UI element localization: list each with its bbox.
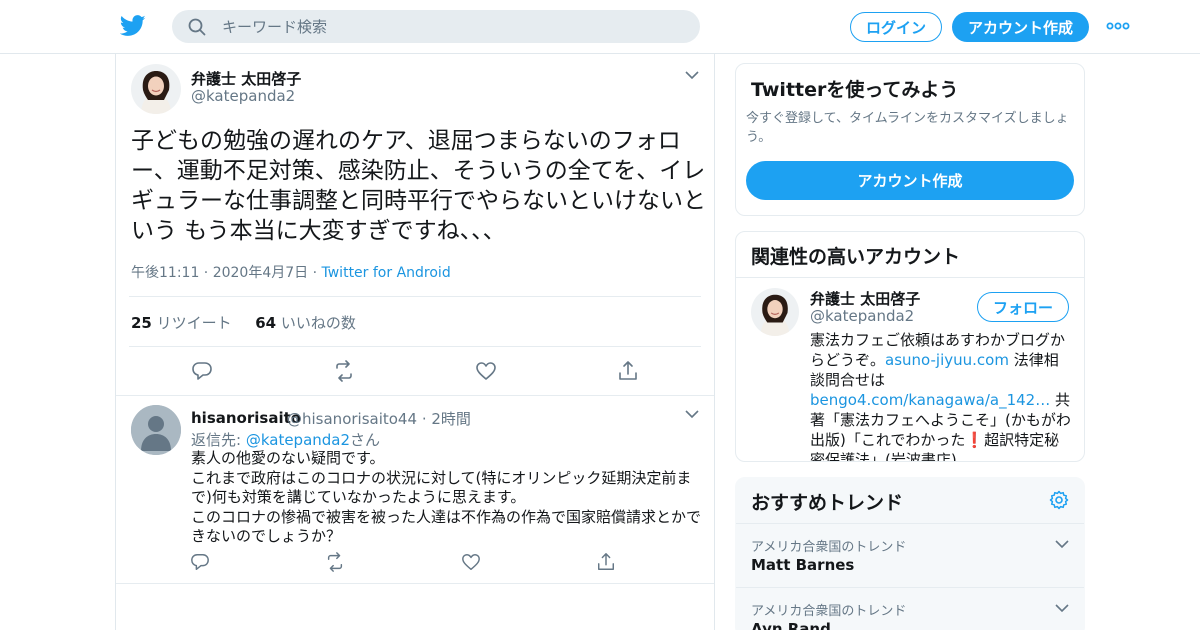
tweet-timestamp[interactable]: 午後11:11 · 2020年4月7日 · [131,265,322,281]
divider [116,395,714,396]
trend-name[interactable]: Matt Barnes [751,556,854,574]
reply-line: このコロナの惨禍で被害を被った人達は不作為の作為で国家賠償請求とかできないのでし… [191,507,702,546]
author-avatar[interactable] [131,64,181,114]
chevron-down-icon[interactable] [685,409,699,419]
reply-line: 素人の他愛のない疑問です。 [191,449,385,467]
retweet-icon[interactable] [333,360,355,382]
exclamation-emoji: ❗ [965,431,985,449]
account-bio: 憲法カフェご依頼はあすわかブログからどうぞ。asuno-jiyuu.com 法律… [810,330,1072,461]
reply-timestamp[interactable]: · 2時間 [422,410,471,428]
reply-to-suffix: さん [350,431,381,449]
chevron-down-icon[interactable] [685,70,699,80]
signup-button[interactable]: アカウント作成 [952,12,1089,42]
bio-link[interactable]: asuno-jiyuu.com [885,351,1009,369]
card-description: 今すぐ登録して、タイムラインをカスタマイズしましょう。 [746,111,1069,145]
like-stat[interactable]: 64 いいねの数 [255,314,356,332]
card-title: Twitterを使ってみよう [751,79,959,101]
reply-line: これまで政府はこのコロナの状況に対して(特にオリンピック延期決定前まで)何も対策… [191,468,692,507]
chevron-down-icon[interactable] [1055,603,1069,613]
trends-card: おすすめトレンド アメリカ合衆国のトレンド Matt Barnes アメリカ合衆… [735,477,1085,630]
like-heart-icon[interactable] [461,552,481,572]
reply-to-link[interactable]: @katepanda2 [246,431,350,449]
like-stat-label: いいねの数 [280,314,356,332]
login-button[interactable]: ログイン [850,12,942,42]
divider [129,296,701,297]
reply-author-handle[interactable]: @hisanorisaito44 · 2時間 [287,408,471,429]
replying-to: 返信先: @katepanda2さん [191,429,380,450]
author-handle[interactable]: @katepanda2 [191,87,295,105]
tweet-text: 子どもの勉強の遅れのケア、退屈つまらないのフォロー、運動不足対策、感染防止、そう… [131,128,706,244]
search-icon [188,18,206,36]
trend-item[interactable]: アメリカ合衆国のトレンド Ayn Rand [736,587,1084,630]
account-avatar[interactable] [751,288,799,336]
like-count: 64 [255,314,277,332]
trend-name[interactable]: Ayn Rand [751,620,831,630]
tweet-stats: 25 リツイート 64 いいねの数 [131,312,356,333]
related-accounts-card: 関連性の高いアカウント 弁護士 太田啓子 @katepanda2 フォロー 憲法… [735,231,1085,462]
divider [736,277,1084,278]
reply-to-prefix: 返信先: [191,431,246,449]
trend-item[interactable]: アメリカ合衆国のトレンド Matt Barnes [736,523,1084,587]
reply-handle-text: @hisanorisaito44 [287,410,418,428]
search-box [172,10,700,43]
bio-link[interactable]: bengo4.com/kanagawa/a_142… [810,391,1050,409]
divider [116,583,714,584]
top-navigation-bar: ログイン アカウント作成 [0,0,1200,54]
tweet-metadata: 午後11:11 · 2020年4月7日 · Twitter for Androi… [131,262,451,282]
card-title: 関連性の高いアカウント [751,246,961,268]
twitter-bird-icon[interactable] [120,14,146,38]
like-heart-icon[interactable] [475,360,497,382]
settings-gear-icon[interactable] [1049,490,1069,510]
signup-button[interactable]: アカウント作成 [746,161,1074,200]
card-title: おすすめトレンド [751,492,904,514]
retweet-icon[interactable] [325,552,345,572]
follow-button[interactable]: フォロー [977,292,1069,322]
search-input[interactable] [222,10,682,43]
try-twitter-card: Twitterを使ってみよう 今すぐ登録して、タイムラインをカスタマイズしましょ… [735,63,1085,216]
reply-icon[interactable] [190,552,210,572]
default-avatar[interactable] [131,405,181,455]
reply-author-name[interactable]: hisanorisaito [191,409,301,427]
trend-location: アメリカ合衆国のトレンド [751,540,907,555]
author-name[interactable]: 弁護士 太田啓子 [191,68,301,89]
retweet-count: 25 [131,314,152,332]
main-timeline-column: 弁護士 太田啓子 @katepanda2 子どもの勉強の遅れのケア、退屈つまらな… [115,54,715,630]
reply-text: 素人の他愛のない疑問です。 これまで政府はこのコロナの状況に対して(特にオリンピ… [191,449,701,547]
share-icon[interactable] [596,552,616,572]
account-handle[interactable]: @katepanda2 [810,307,914,325]
more-options-icon[interactable] [1106,18,1130,34]
account-name[interactable]: 弁護士 太田啓子 [810,288,920,309]
tweet-source-link[interactable]: Twitter for Android [322,265,451,281]
retweet-stat-label: リツイート [156,314,232,332]
divider [129,346,701,347]
share-icon[interactable] [617,360,639,382]
trend-location: アメリカ合衆国のトレンド [751,604,907,619]
retweet-stat[interactable]: 25 リツイート [131,314,232,332]
chevron-down-icon[interactable] [1055,539,1069,549]
reply-icon[interactable] [191,360,213,382]
